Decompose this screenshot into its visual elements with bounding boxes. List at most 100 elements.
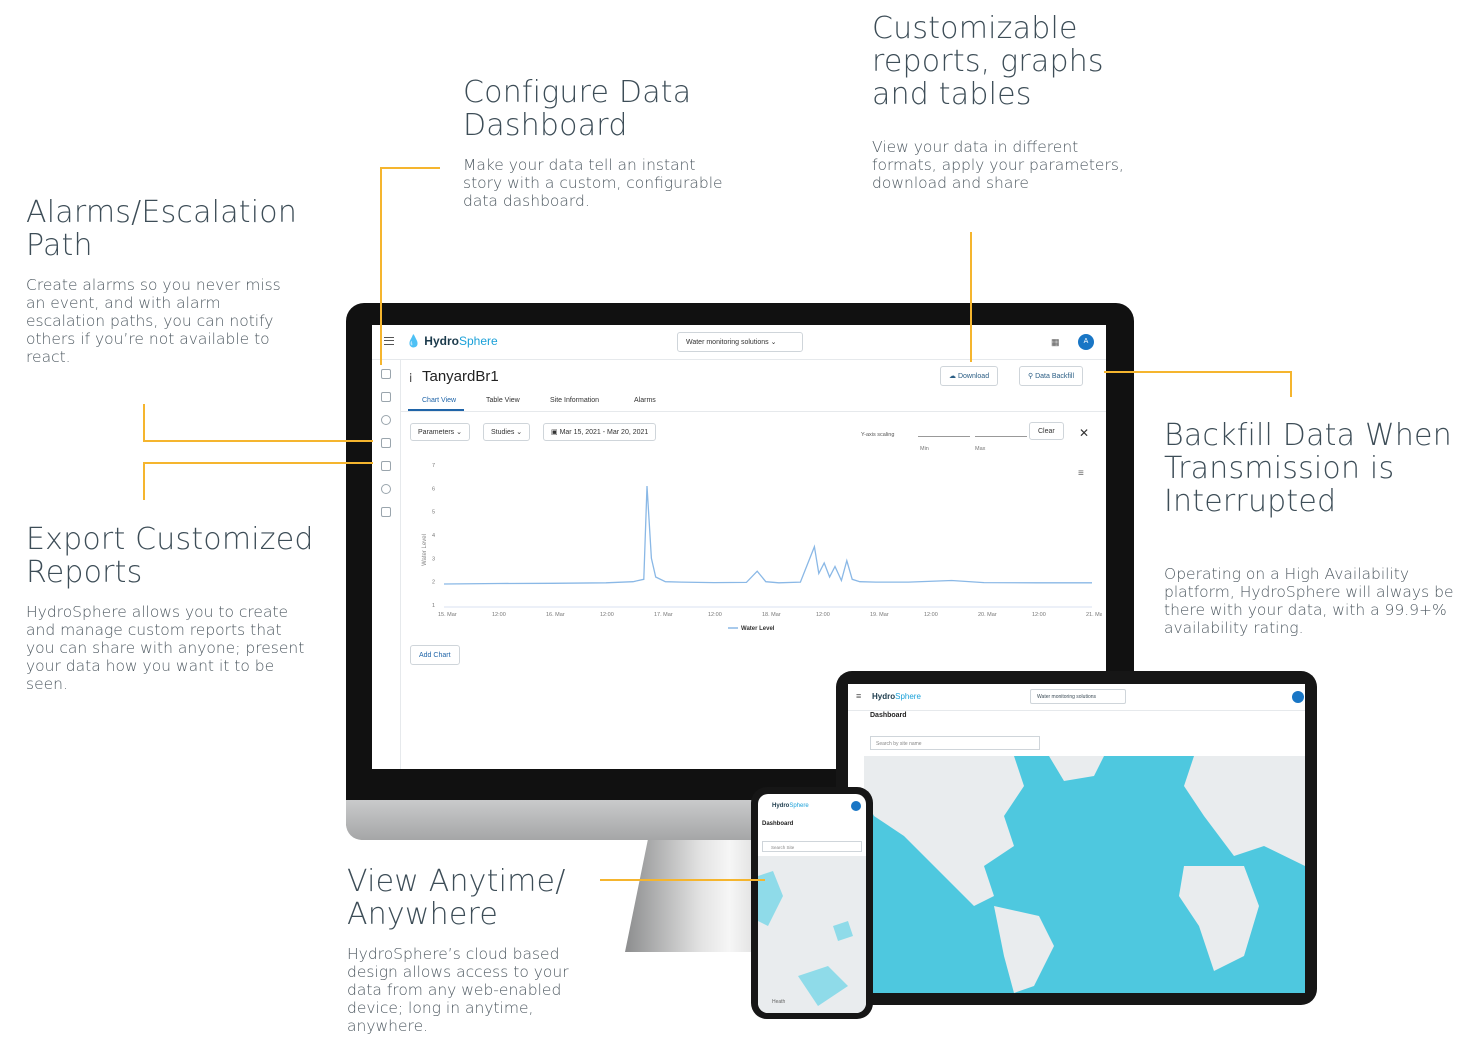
rail-report-icon[interactable] — [381, 461, 391, 471]
tablet-avatar[interactable] — [1292, 691, 1304, 703]
y-tick-label: 6 — [432, 486, 435, 492]
info-icon[interactable]: ⅰ — [409, 371, 412, 385]
tabs-divider — [400, 411, 1106, 412]
rail-settings-icon[interactable] — [381, 484, 391, 494]
x-tick-label: 18. Mar — [762, 612, 781, 618]
leader-custom — [970, 232, 972, 362]
add-chart-button[interactable]: Add Chart — [410, 645, 460, 665]
tablet-menu-icon[interactable]: ≡ — [856, 691, 861, 701]
menu-icon[interactable] — [384, 337, 394, 345]
app-logo[interactable]: 💧 HydroSphere — [406, 334, 498, 348]
logo-droplet-icon: 💧 — [406, 334, 421, 348]
tablet-topbar: ≡ HydroSphere Water monitoring solutions — [848, 684, 1305, 711]
side-rail — [372, 360, 401, 769]
callout-body: HydroSphere’s cloud based design allows … — [347, 945, 569, 1035]
close-icon[interactable]: ✕ — [1079, 426, 1089, 440]
phone-search-input[interactable]: Search Site — [762, 841, 862, 852]
callout-title: Customizable reports, graphs and tables — [872, 11, 1104, 112]
tab-chart-view[interactable]: Chart View — [422, 397, 456, 404]
callout-body: View your data in different formats, app… — [872, 138, 1124, 192]
x-tick-label: 12:00 — [492, 612, 506, 618]
phone-map-water — [758, 871, 853, 1006]
rail-admin-icon[interactable] — [381, 507, 391, 517]
callout-alarms: Alarms/Escalation Path Create alarms so … — [26, 196, 316, 366]
x-tick-label: 12:00 — [1032, 612, 1046, 618]
chevron-down-icon: ⌄ — [770, 339, 777, 346]
y-tick-label: 4 — [432, 533, 435, 539]
leader-export-v — [143, 462, 145, 500]
rail-bell-icon[interactable] — [381, 438, 391, 448]
phone-avatar[interactable] — [851, 801, 861, 811]
callout-title: Export Customized Reports — [26, 522, 314, 590]
data-backfill-button[interactable]: ⚲ Data Backfill — [1019, 366, 1083, 386]
y-max-label: Max — [975, 446, 986, 452]
callout-export: Export Customized Reports HydroSphere al… — [26, 523, 316, 693]
x-tick-label: 12:00 — [600, 612, 614, 618]
x-tick-label: 12:00 — [816, 612, 830, 618]
phone-dashboard-title: Dashboard — [762, 821, 794, 827]
phone-map[interactable]: Heath — [758, 856, 866, 1013]
clear-button[interactable]: Clear — [1029, 422, 1064, 440]
y-min-input[interactable] — [918, 436, 970, 437]
x-tick-label: 12:00 — [708, 612, 722, 618]
y-min-label: Min — [920, 446, 929, 452]
y-tick-label: 2 — [432, 580, 435, 586]
callout-custom: Customizable reports, graphs and tables … — [872, 11, 1124, 192]
callout-title: Backfill Data When Transmission is Inter… — [1164, 418, 1452, 519]
leader-alarms-v — [143, 404, 145, 442]
leader-alarms-h — [143, 440, 373, 442]
studies-filter[interactable]: Studies ⌄ — [483, 423, 531, 441]
leader-anywhere — [600, 879, 765, 881]
tab-alarms[interactable]: Alarms — [634, 397, 656, 404]
tablet-search-input[interactable]: Search by site name — [870, 736, 1040, 750]
y-max-input[interactable] — [975, 436, 1027, 437]
x-tick-label: 19. Mar — [870, 612, 889, 618]
callout-title: View Anytime/ Anywhere — [347, 864, 566, 932]
tablet-logo[interactable]: HydroSphere — [872, 692, 921, 701]
water-level-series — [443, 485, 1092, 585]
phone-screen: HydroSphere Dashboard Search Site Heath — [758, 794, 866, 1013]
x-tick-label: 20. Mar — [978, 612, 997, 618]
callout-title: Configure Data Dashboard — [463, 75, 692, 143]
callout-body: Operating on a High Availability platfor… — [1164, 565, 1454, 637]
apps-grid-icon[interactable]: ▦ — [1051, 337, 1060, 348]
rail-folder-icon[interactable] — [381, 392, 391, 402]
x-tick-label: 12:00 — [924, 612, 938, 618]
callout-body: Create alarms so you never miss an event… — [26, 276, 281, 366]
water-level-chart: Water Level 1 2 3 4 5 6 7 15. Mar 12:00 16. Mar 1… — [422, 463, 1102, 632]
date-range-filter[interactable]: ▣ Mar 15, 2021 - Mar 20, 2021 — [543, 423, 657, 441]
app-topbar: 💧 HydroSphere Water monitoring solutions… — [372, 325, 1106, 360]
phone-map-place-label: Heath — [772, 999, 786, 1005]
leader-export-h — [143, 462, 373, 464]
rail-dashboard-icon[interactable] — [381, 369, 391, 379]
tab-site-information[interactable]: Site Information — [550, 397, 599, 404]
avatar[interactable]: A — [1078, 334, 1094, 350]
tablet-map[interactable] — [864, 756, 1305, 993]
leader-configure-v — [380, 167, 382, 365]
rail-star-icon[interactable] — [381, 415, 391, 425]
phone-logo[interactable]: HydroSphere — [772, 803, 809, 809]
download-button[interactable]: ☁ Download — [940, 366, 999, 386]
x-tick-label: 15. Mar — [438, 612, 457, 618]
callout-backfill: Backfill Data When Transmission is Inter… — [1164, 419, 1454, 637]
y-axis-scaling-label: Y-axis scaling — [861, 432, 895, 438]
y-tick-label: 3 — [432, 556, 435, 562]
org-select[interactable]: Water monitoring solutions ⌄ — [677, 332, 803, 352]
x-tick-label: 17. Mar — [654, 612, 673, 618]
calendar-icon: ▣ — [551, 429, 558, 436]
legend-entry: Water Level — [741, 626, 775, 632]
y-axis-label: Water Level — [422, 534, 428, 566]
world-map-land — [864, 756, 1305, 993]
y-tick-label: 1 — [432, 603, 435, 609]
tablet-dashboard-title: Dashboard — [870, 712, 907, 719]
x-tick-label: 16. Mar — [546, 612, 565, 618]
y-tick-label: 7 — [432, 463, 435, 469]
callout-anywhere: View Anytime/ Anywhere HydroSphere’s clo… — [347, 865, 597, 1035]
leader-backfill-h — [1104, 371, 1292, 373]
cloud-download-icon: ☁ — [949, 373, 956, 380]
tab-table-view[interactable]: Table View — [486, 397, 520, 404]
callout-body: Make your data tell an instant story wit… — [463, 156, 723, 210]
tablet-org-select[interactable]: Water monitoring solutions — [1030, 689, 1126, 704]
y-tick-label: 5 — [432, 510, 435, 516]
parameters-filter[interactable]: Parameters ⌄ — [410, 423, 470, 441]
